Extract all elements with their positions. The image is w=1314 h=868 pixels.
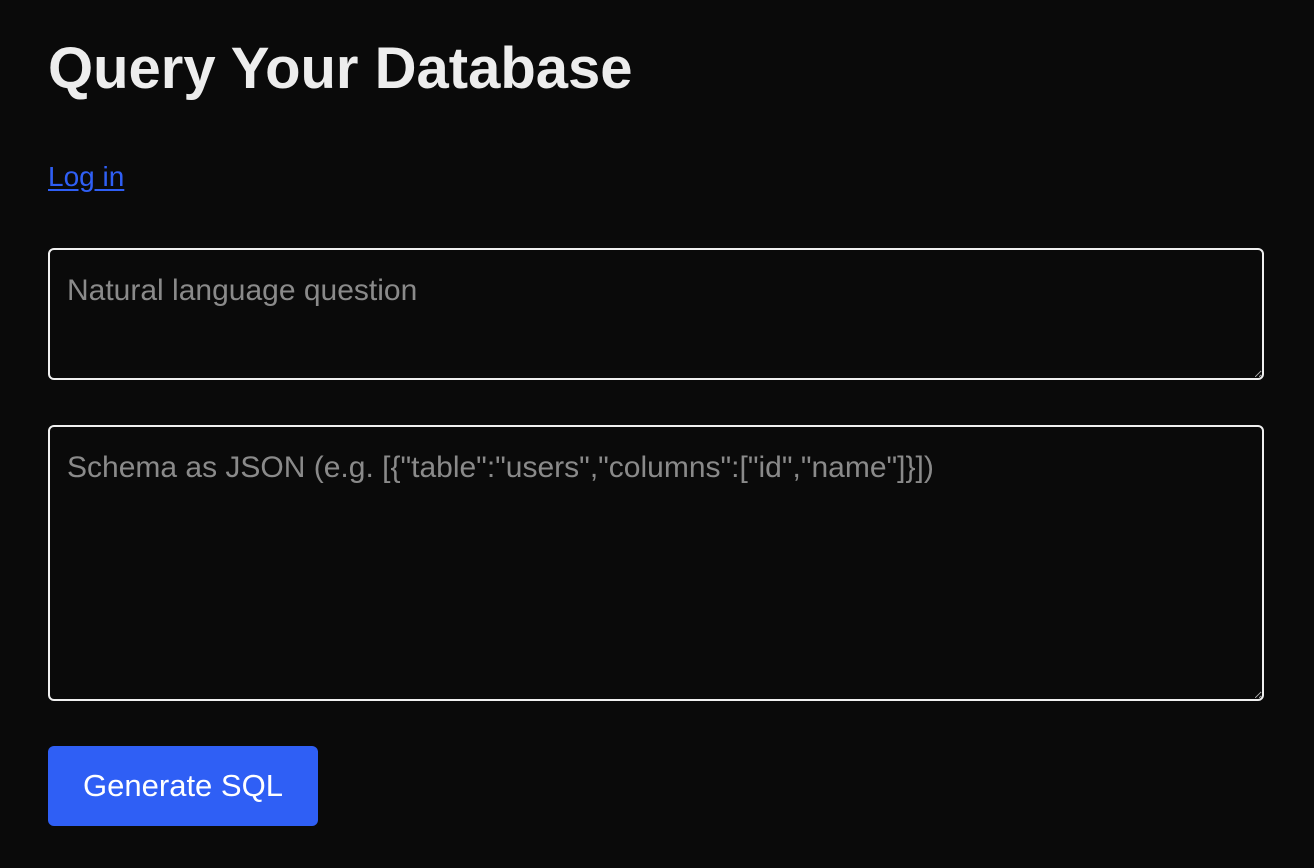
generate-sql-button[interactable]: Generate SQL (48, 746, 318, 826)
query-page: Query Your Database Log in Generate SQL (0, 0, 1314, 868)
page-title: Query Your Database (48, 36, 633, 101)
login-link[interactable]: Log in (48, 160, 124, 194)
question-input[interactable] (48, 248, 1264, 380)
schema-input[interactable] (48, 425, 1264, 701)
